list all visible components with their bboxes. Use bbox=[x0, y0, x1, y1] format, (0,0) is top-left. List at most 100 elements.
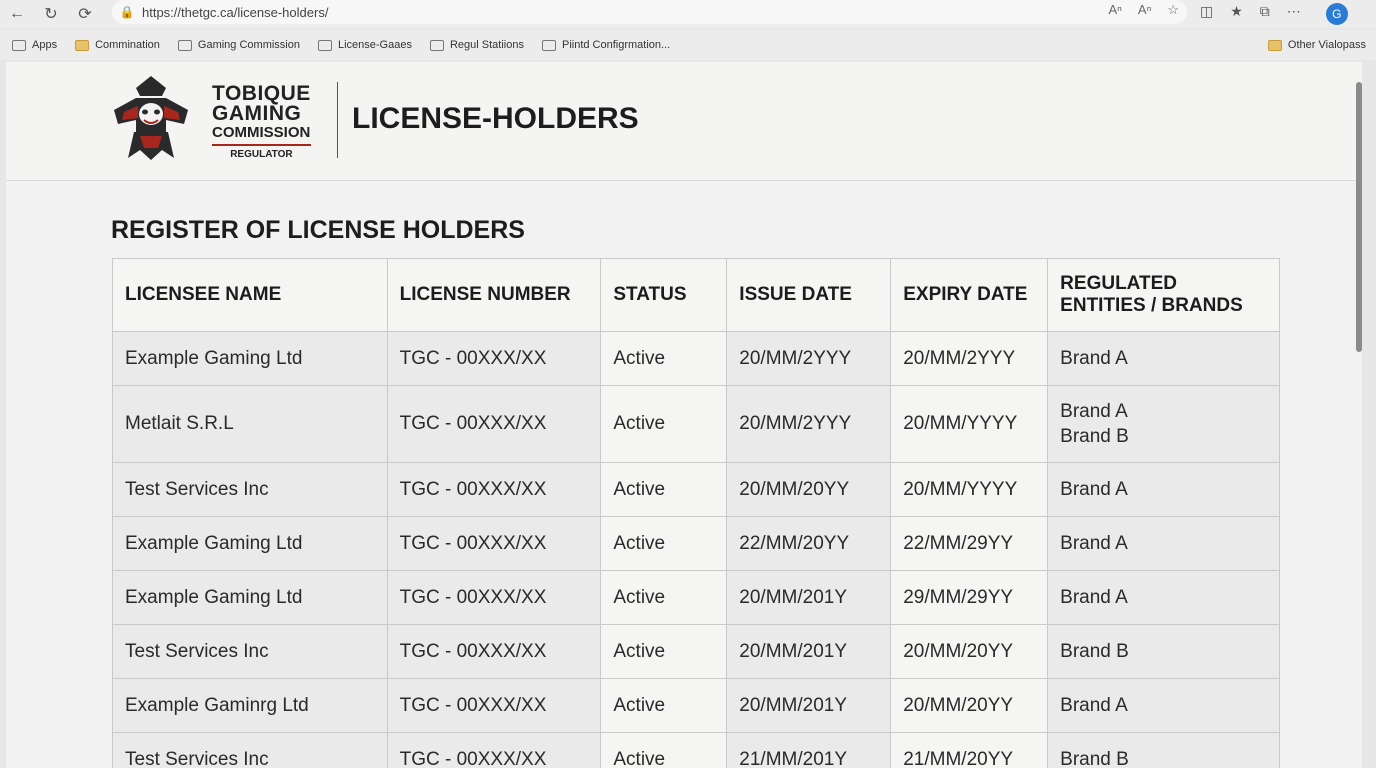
bookmark-folder[interactable]: Piintd Configrmation... bbox=[541, 39, 670, 51]
folder-icon bbox=[177, 39, 192, 51]
page-title: LICENSE-HOLDERS bbox=[352, 102, 639, 135]
status-cell: Active bbox=[600, 331, 728, 386]
status-cell: Active bbox=[600, 570, 728, 625]
brands-cell: Brand A bbox=[1047, 570, 1280, 625]
license-number-cell: TGC - 00XXX/XX bbox=[386, 331, 602, 386]
issue-date-cell: 20/MM/201Y bbox=[726, 570, 892, 625]
brand-name: Brand A bbox=[1060, 695, 1128, 716]
url-text[interactable]: https://thetgc.ca/license-holders/ bbox=[142, 5, 328, 20]
licensee-name-cell: Example Gaming Ltd bbox=[112, 516, 388, 571]
license-number-cell: TGC - 00XXX/XX bbox=[386, 570, 602, 625]
expiry-date-cell: 20/MM/2YYY bbox=[890, 331, 1049, 386]
brand-name: Brand A bbox=[1060, 401, 1128, 422]
favorite-star-icon[interactable]: ☆ bbox=[1167, 2, 1179, 18]
web-page: TOBIQUE GAMING COMMISSION REGULATOR LICE… bbox=[6, 62, 1362, 768]
expiry-date-cell: 22/MM/29YY bbox=[890, 516, 1049, 571]
expiry-date-cell: 29/MM/29YY bbox=[890, 570, 1049, 625]
logo-wordmark: TOBIQUE GAMING COMMISSION REGULATOR bbox=[212, 82, 311, 160]
status-cell: Active bbox=[600, 462, 728, 517]
table-row: Test Services Inc TGC - 00XXX/XX Active 21/… bbox=[112, 732, 1280, 768]
status-cell: Active bbox=[600, 624, 728, 679]
licensee-name-cell: Test Services Inc bbox=[112, 624, 388, 679]
brand-name: Brand A bbox=[1060, 587, 1128, 608]
immersive-reader-icon[interactable]: Aⁿ bbox=[1138, 2, 1151, 18]
issue-date-cell: 22/MM/20YY bbox=[726, 516, 892, 571]
folder-icon bbox=[75, 39, 90, 51]
table-row: Example Gaming Ltd TGC - 00XXX/XX Active 22… bbox=[112, 516, 1280, 571]
brand-name: Brand B bbox=[1060, 641, 1129, 662]
licensee-name-cell: Metlait S.R.L bbox=[112, 385, 388, 463]
apps-icon bbox=[12, 39, 26, 51]
brand-name: Brand A bbox=[1060, 348, 1128, 369]
address-bar[interactable]: 🔒 https://thetgc.ca/license-holders/ Aⁿ … bbox=[112, 0, 1187, 24]
license-number-cell: TGC - 00XXX/XX bbox=[386, 678, 602, 733]
brands-cell: Brand A bbox=[1047, 678, 1280, 733]
issue-date-cell: 21/MM/201Y bbox=[726, 732, 892, 768]
issue-date-cell: 20/MM/20YY bbox=[726, 462, 892, 517]
license-number-cell: TGC - 00XXX/XX bbox=[386, 516, 602, 571]
status-cell: Active bbox=[600, 385, 728, 463]
licensee-name-cell: Example Gaming Ltd bbox=[112, 331, 388, 386]
brands-cell: Brand A Brand B bbox=[1047, 385, 1280, 463]
licensee-name-cell: Test Services Inc bbox=[112, 732, 388, 768]
column-header: STATUS bbox=[600, 258, 728, 332]
favorites-icon[interactable]: ★ bbox=[1230, 3, 1243, 25]
license-number-cell: TGC - 00XXX/XX bbox=[386, 385, 602, 463]
read-aloud-icon[interactable]: Aⁿ bbox=[1109, 2, 1122, 18]
licensee-name-cell: Test Services Inc bbox=[112, 462, 388, 517]
table-row: Test Services Inc TGC - 00XXX/XX Active 20/… bbox=[112, 462, 1280, 517]
section-title: REGISTER OF LICENSE HOLDERS bbox=[111, 216, 525, 244]
status-cell: Active bbox=[600, 678, 728, 733]
profile-icon[interactable]: G bbox=[1325, 3, 1348, 25]
bookmark-apps[interactable]: Apps bbox=[12, 39, 57, 51]
expiry-date-cell: 21/MM/20YY bbox=[890, 732, 1049, 768]
issue-date-cell: 20/MM/2YYY bbox=[726, 331, 892, 386]
split-screen-icon[interactable]: ◫ bbox=[1200, 3, 1213, 25]
back-icon[interactable]: ← bbox=[0, 0, 34, 28]
status-cell: Active bbox=[600, 732, 728, 768]
bookmark-folder[interactable]: Commination bbox=[75, 39, 160, 51]
license-number-cell: TGC - 00XXX/XX bbox=[386, 624, 602, 679]
table-row: Example Gaminrg Ltd TGC - 00XXX/XX Active 2… bbox=[112, 678, 1280, 733]
issue-date-cell: 20/MM/201Y bbox=[726, 678, 892, 733]
licensee-name-cell: Example Gaming Ltd bbox=[112, 570, 388, 625]
table-header-row: LICENSEE NAME LICENSE NUMBER STATUS ISSU… bbox=[112, 258, 1280, 332]
page-info-icon[interactable]: 🔒 bbox=[112, 5, 142, 19]
expiry-date-cell: 20/MM/YYYY bbox=[890, 385, 1049, 463]
brands-cell: Brand A bbox=[1047, 331, 1280, 386]
totem-logo-icon bbox=[114, 76, 188, 160]
licensee-name-cell: Example Gaminrg Ltd bbox=[112, 678, 388, 733]
site-header: TOBIQUE GAMING COMMISSION REGULATOR LICE… bbox=[6, 62, 1362, 181]
license-number-cell: TGC - 00XXX/XX bbox=[386, 462, 602, 517]
other-bookmarks[interactable]: Other Vialopass bbox=[1267, 39, 1366, 51]
bookmark-page[interactable]: License-Gaaes bbox=[317, 39, 412, 51]
brand-name: Brand A bbox=[1060, 533, 1128, 554]
bookmark-folder[interactable]: Gaming Commission bbox=[177, 39, 300, 51]
collections-icon[interactable]: ⧉ bbox=[1260, 3, 1270, 25]
brand-name: Brand B bbox=[1060, 426, 1129, 447]
brands-cell: Brand A bbox=[1047, 462, 1280, 517]
refresh-icon[interactable]: ↻ bbox=[34, 0, 68, 28]
more-icon[interactable]: ⋯ bbox=[1287, 3, 1301, 25]
status-cell: Active bbox=[600, 516, 728, 571]
brand-name: Brand B bbox=[1060, 749, 1129, 768]
bookmarks-bar: Apps Commination Gaming Commission Licen… bbox=[0, 30, 1376, 60]
column-header: ISSUE DATE bbox=[726, 258, 892, 332]
browser-toolbar: ← ↻ ⟳ 🔒 https://thetgc.ca/license-holder… bbox=[0, 0, 1376, 28]
brands-cell: Brand A bbox=[1047, 516, 1280, 571]
issue-date-cell: 20/MM/201Y bbox=[726, 624, 892, 679]
column-header: LICENSEE NAME bbox=[112, 258, 388, 332]
brands-cell: Brand B bbox=[1047, 732, 1280, 768]
table-row: Metlait S.R.L TGC - 00XXX/XX Active 20/MM/2… bbox=[112, 385, 1280, 463]
folder-icon bbox=[1267, 39, 1282, 51]
expiry-date-cell: 20/MM/20YY bbox=[890, 624, 1049, 679]
table-row: Example Gaming Ltd TGC - 00XXX/XX Active 20… bbox=[112, 570, 1280, 625]
brands-cell: Brand B bbox=[1047, 624, 1280, 679]
reload-icon[interactable]: ⟳ bbox=[68, 0, 102, 28]
page-scrollbar[interactable] bbox=[1356, 82, 1362, 352]
table-row: Example Gaming Ltd TGC - 00XXX/XX Active 20… bbox=[112, 331, 1280, 386]
brand-name: Brand A bbox=[1060, 479, 1128, 500]
bookmark-folder[interactable]: Regul Statiions bbox=[429, 39, 524, 51]
expiry-date-cell: 20/MM/YYYY bbox=[890, 462, 1049, 517]
column-header: EXPIRY DATE bbox=[890, 258, 1049, 332]
